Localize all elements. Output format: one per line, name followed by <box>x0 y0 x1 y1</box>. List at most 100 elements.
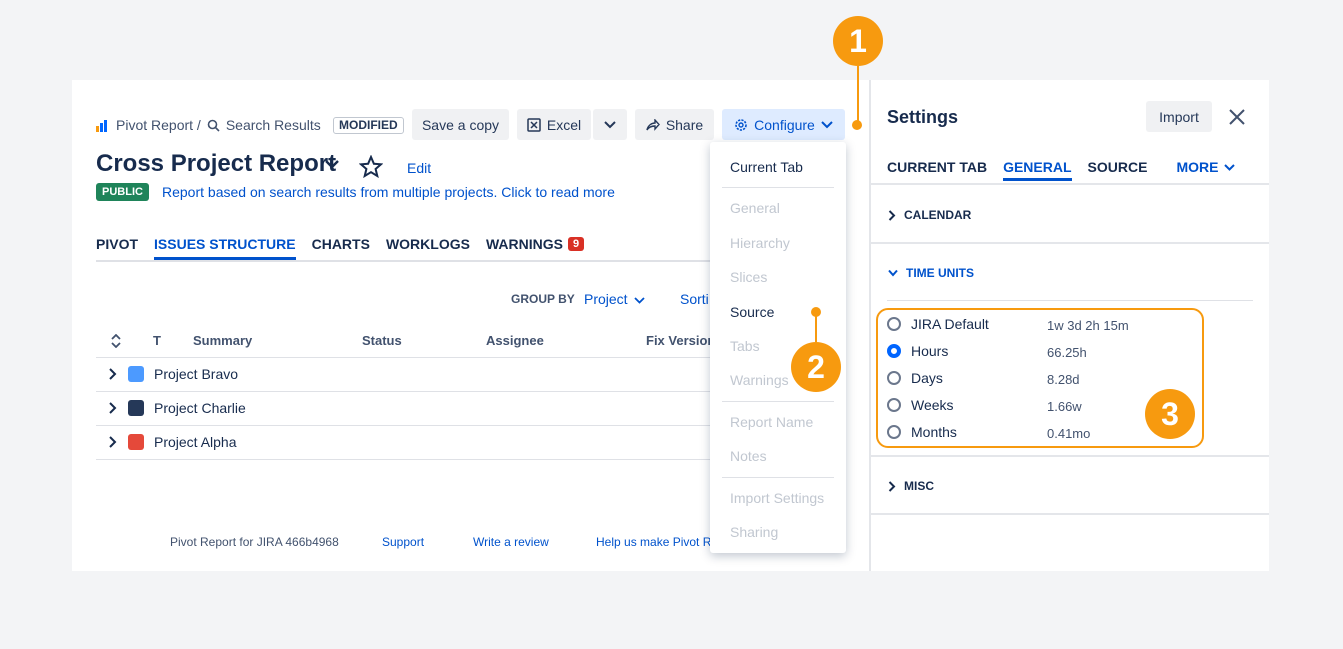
tab-pivot[interactable]: PIVOT <box>96 236 138 260</box>
section-time-units-label: TIME UNITS <box>906 266 974 280</box>
column-header-fix-version[interactable]: Fix Version <box>646 333 715 348</box>
sort-toggle-icon[interactable] <box>111 334 121 348</box>
star-icon[interactable] <box>359 155 383 178</box>
table-row[interactable]: Project Charlie <box>108 400 246 416</box>
section-divider <box>871 513 1269 515</box>
tab-label: CHARTS <box>311 236 370 252</box>
section-time-units[interactable]: TIME UNITS <box>888 266 974 280</box>
column-header-status[interactable]: Status <box>362 333 402 348</box>
tab-label: WORKLOGS <box>385 236 470 252</box>
tab-worklogs[interactable]: WORKLOGS <box>386 236 470 260</box>
rocket-icon <box>128 400 144 416</box>
annotation-number: 3 <box>1161 395 1179 432</box>
section-divider <box>871 455 1269 457</box>
menu-divider <box>722 187 834 188</box>
column-header-assignee[interactable]: Assignee <box>486 333 544 348</box>
annotation-2-marker: 2 <box>791 342 841 392</box>
title-chevron-down-icon[interactable] <box>325 160 339 170</box>
chevron-down-icon <box>821 120 833 128</box>
tab-label: PIVOT <box>96 236 139 252</box>
menu-item-slices: Slices <box>730 269 768 285</box>
warnings-count-badge: 9 <box>567 237 585 251</box>
row-divider <box>96 459 718 460</box>
edit-link[interactable]: Edit <box>407 160 431 176</box>
settings-tab-current[interactable]: CURRENT TAB <box>887 159 987 181</box>
row-divider <box>96 357 718 358</box>
annotation-number: 2 <box>807 348 825 385</box>
write-review-link[interactable]: Write a review <box>473 535 549 549</box>
project-name: Project Charlie <box>154 400 246 416</box>
tab-issues-structure[interactable]: ISSUES STRUCTURE <box>154 236 296 260</box>
breadcrumb-app[interactable]: Pivot Report / <box>116 117 201 133</box>
pivot-logo-icon <box>96 120 107 132</box>
close-icon[interactable] <box>1229 109 1245 125</box>
excel-dropdown-button[interactable] <box>593 109 627 140</box>
menu-divider <box>722 401 834 402</box>
chevron-right-icon[interactable] <box>108 402 118 414</box>
modified-badge: MODIFIED <box>333 117 404 134</box>
menu-item-source[interactable]: Source <box>730 304 774 320</box>
support-link[interactable]: Support <box>382 535 424 549</box>
configure-label: Configure <box>754 116 815 133</box>
import-button[interactable]: Import <box>1146 101 1212 132</box>
menu-item-general: General <box>730 200 780 216</box>
project-name: Project Bravo <box>154 366 239 382</box>
tab-label: CURRENT TAB <box>887 159 988 175</box>
sorting-select[interactable]: Sorti <box>680 291 709 307</box>
annotation-1-dot <box>852 120 862 130</box>
gear-icon <box>735 118 747 131</box>
table-row[interactable]: Project Bravo <box>108 366 238 382</box>
chevron-down-icon <box>888 269 898 277</box>
settings-tab-general[interactable]: GENERAL <box>1003 159 1072 181</box>
report-description-link[interactable]: Report based on search results from mult… <box>162 184 615 200</box>
group-by-label: GROUP BY <box>511 292 575 306</box>
settings-tabs: CURRENT TAB GENERAL SOURCE MORE <box>887 159 1251 181</box>
configure-button[interactable]: Configure <box>722 109 845 140</box>
report-tabs: PIVOT ISSUES STRUCTURE CHARTS WORKLOGS W… <box>96 236 585 260</box>
chevron-right-icon <box>888 480 896 492</box>
annotation-number: 1 <box>849 22 867 59</box>
annotation-1-marker: 1 <box>833 16 883 66</box>
breadcrumb-search[interactable]: Search Results <box>226 117 321 133</box>
column-header-summary[interactable]: Summary <box>193 333 252 348</box>
menu-divider <box>722 477 834 478</box>
section-calendar[interactable]: CALENDAR <box>888 208 971 222</box>
tabs-underline <box>96 260 718 262</box>
help-link[interactable]: Help us make Pivot Re <box>596 535 718 549</box>
column-header-type[interactable]: T <box>153 333 161 348</box>
section-misc[interactable]: MISC <box>888 479 934 493</box>
menu-item-import-settings: Import Settings <box>730 490 825 506</box>
row-divider <box>96 391 718 392</box>
tab-label: GENERAL <box>1003 159 1072 175</box>
menu-item-sharing: Sharing <box>730 524 779 540</box>
tab-charts[interactable]: CHARTS <box>312 236 370 260</box>
section-divider <box>871 242 1269 244</box>
save-copy-button[interactable]: Save a copy <box>412 109 509 140</box>
group-by-select[interactable]: Project <box>584 291 628 307</box>
menu-item-warnings: Warnings <box>730 372 789 388</box>
row-divider <box>96 425 718 426</box>
save-copy-label: Save a copy <box>421 116 500 133</box>
tab-label: MORE <box>1176 159 1219 175</box>
report-title: Cross Project Report <box>96 150 337 177</box>
settings-tab-more[interactable]: MORE <box>1176 159 1236 181</box>
footer-version: Pivot Report for JIRA 466b4968 <box>170 535 339 549</box>
menu-item-notes: Notes <box>730 448 767 464</box>
settings-tab-source[interactable]: SOURCE <box>1088 159 1148 181</box>
settings-title: Settings <box>887 107 959 127</box>
section-misc-label: MISC <box>904 479 934 493</box>
notepad-icon <box>128 366 144 382</box>
annotation-3-marker: 3 <box>1145 389 1195 439</box>
chevron-right-icon[interactable] <box>108 368 118 380</box>
import-label: Import <box>1159 108 1199 125</box>
excel-button[interactable]: Excel <box>517 109 591 140</box>
menu-item-report-name: Report Name <box>730 414 814 430</box>
chevron-right-icon[interactable] <box>108 436 118 448</box>
public-badge: PUBLIC <box>96 183 149 201</box>
menu-item-current-tab[interactable]: Current Tab <box>730 159 803 175</box>
table-row[interactable]: Project Alpha <box>108 434 237 450</box>
tab-warnings[interactable]: WARNINGS 9 <box>486 236 585 260</box>
excel-icon <box>527 117 541 132</box>
share-button[interactable]: Share <box>635 109 714 140</box>
menu-item-hierarchy: Hierarchy <box>730 235 790 251</box>
